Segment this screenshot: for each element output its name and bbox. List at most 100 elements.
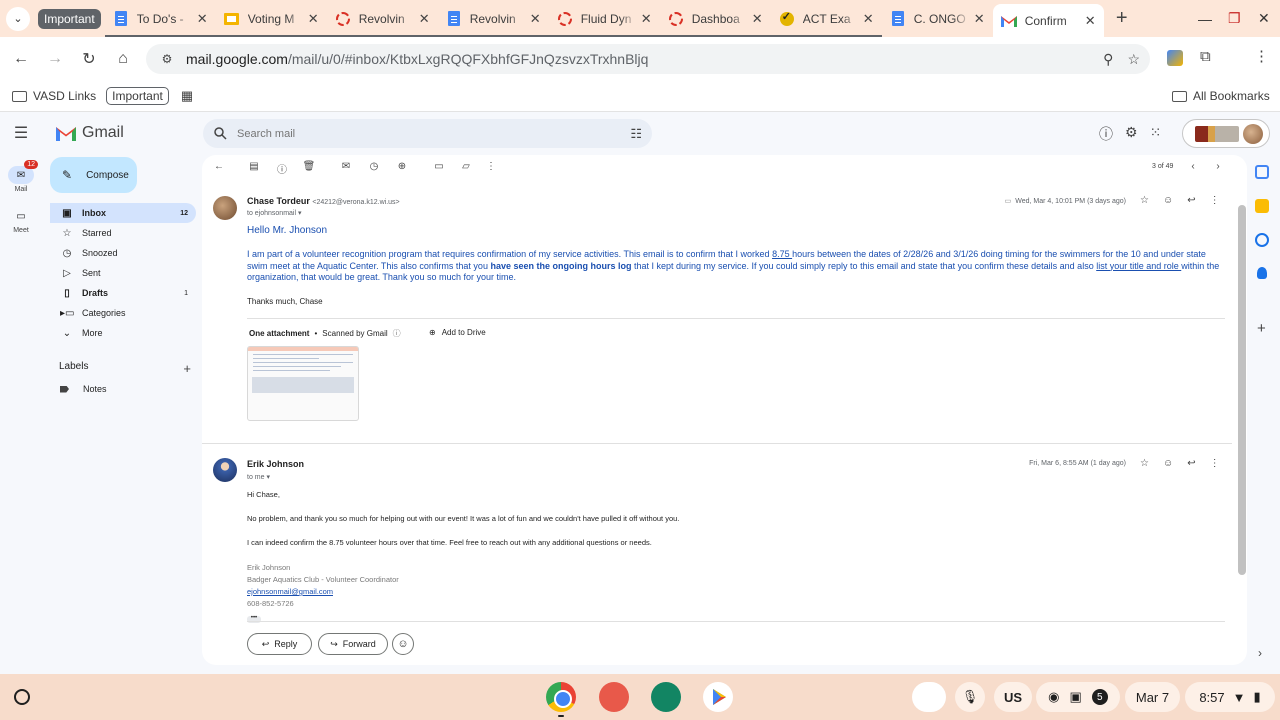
attachment-thumbnail[interactable] bbox=[247, 346, 359, 421]
delete-icon[interactable]: 🗑 bbox=[302, 161, 316, 172]
forward-button[interactable]: → bbox=[38, 42, 72, 76]
sender-avatar[interactable] bbox=[213, 196, 237, 220]
tab-fluid-dynamics[interactable]: Fluid Dyn ✕ bbox=[548, 0, 660, 37]
tasks-icon[interactable] bbox=[1255, 233, 1269, 247]
star-icon[interactable]: ☆ bbox=[1140, 458, 1149, 469]
reply-button[interactable]: ↩ Reply bbox=[247, 633, 312, 655]
label-item-notes[interactable]: Notes bbox=[60, 384, 107, 394]
expand-panel-icon[interactable]: › bbox=[1258, 646, 1262, 660]
info-icon[interactable]: ⓘ bbox=[393, 328, 401, 339]
apps-grid-icon[interactable]: ⁙ bbox=[1150, 124, 1162, 144]
signature-email-link[interactable]: ejohnsonmail@gmail.com bbox=[247, 587, 333, 596]
tab-confirm-active[interactable]: Confirm ✕ bbox=[992, 4, 1104, 37]
hours-link[interactable]: 8.75 bbox=[772, 249, 792, 259]
main-menu-icon[interactable]: ☰ bbox=[10, 122, 32, 144]
nav-item-more[interactable]: ⌄ More bbox=[50, 323, 196, 343]
tab-revolving-1[interactable]: Revolvin ✕ bbox=[326, 0, 438, 37]
launcher-button[interactable] bbox=[9, 684, 35, 710]
calendar-icon[interactable] bbox=[1255, 165, 1269, 179]
tab-groups-icon[interactable]: ▦ bbox=[181, 88, 193, 104]
new-tab-button[interactable]: + bbox=[1108, 7, 1136, 30]
star-icon[interactable]: ☆ bbox=[1140, 195, 1149, 206]
snooze-icon[interactable]: ◷ bbox=[367, 161, 381, 172]
tab-act-exam[interactable]: ACT Exa✕ bbox=[770, 0, 882, 37]
input-method-indicator[interactable]: US bbox=[994, 682, 1032, 712]
restore-button[interactable]: ❐ bbox=[1228, 0, 1241, 37]
compose-button[interactable]: ✎ Compose bbox=[50, 157, 137, 193]
archive-icon[interactable]: ▤ bbox=[247, 161, 261, 172]
rail-meet[interactable]: ▭ Meet bbox=[0, 207, 42, 235]
chrome-menu-icon[interactable]: ⋮ bbox=[1254, 47, 1269, 65]
close-window-button[interactable]: ✕ bbox=[1258, 0, 1270, 37]
play-store-icon[interactable] bbox=[703, 682, 733, 712]
address-bar[interactable]: ⚙ mail.google.com/mail/u/0/#inbox/KtbxLx… bbox=[146, 44, 1150, 74]
gmail-logo[interactable]: Gmail bbox=[56, 124, 124, 142]
close-icon[interactable]: ✕ bbox=[419, 11, 430, 27]
tab-search-button[interactable]: ⌄ bbox=[6, 6, 30, 31]
tab-revolving-2[interactable]: Revolvin ✕ bbox=[437, 0, 549, 37]
close-icon[interactable]: ✕ bbox=[530, 11, 541, 27]
bookmark-group-important[interactable]: Important bbox=[106, 87, 169, 105]
status-area[interactable]: 8:57 ▼ ▮ bbox=[1185, 682, 1275, 712]
mark-unread-icon[interactable]: ✉ bbox=[339, 161, 353, 172]
older-chevron-icon[interactable]: › bbox=[1211, 161, 1225, 172]
tab-todos[interactable]: To Do's - ✕ bbox=[104, 0, 216, 37]
close-icon[interactable]: ✕ bbox=[974, 11, 985, 27]
back-arrow-icon[interactable]: ← bbox=[212, 161, 226, 172]
calendar-date[interactable]: Mar 7 bbox=[1125, 682, 1180, 712]
recipient-line[interactable]: to me ▾ bbox=[247, 473, 270, 481]
account-switcher[interactable] bbox=[1182, 119, 1270, 148]
report-spam-icon[interactable]: ⓘ bbox=[275, 161, 289, 176]
reply-icon[interactable]: ↩ bbox=[1187, 458, 1195, 469]
extension-icon[interactable] bbox=[1167, 50, 1183, 66]
search-bar[interactable]: ☷ bbox=[203, 119, 652, 148]
help-icon[interactable]: ⓘ bbox=[1099, 124, 1113, 144]
rail-mail[interactable]: ✉ 12 Mail bbox=[0, 160, 42, 193]
minimize-button[interactable]: — bbox=[1198, 0, 1212, 37]
add-addon-icon[interactable]: + bbox=[1257, 320, 1266, 337]
close-icon[interactable]: ✕ bbox=[752, 11, 763, 27]
home-button[interactable]: ⌂ bbox=[106, 42, 140, 76]
emoji-react-icon[interactable]: ☺ bbox=[1163, 458, 1173, 469]
nav-item-snoozed[interactable]: ◷ Snoozed bbox=[50, 243, 196, 263]
chrome-app-icon[interactable] bbox=[546, 682, 576, 712]
all-bookmarks[interactable]: All Bookmarks bbox=[1172, 89, 1270, 103]
nav-item-starred[interactable]: ☆ Starred bbox=[50, 223, 196, 243]
tab-group-chip[interactable]: Important bbox=[38, 8, 101, 29]
more-vert-icon[interactable]: ⋮ bbox=[484, 161, 498, 172]
nav-item-categories[interactable]: ▸▭ Categories bbox=[50, 303, 196, 323]
sender-avatar[interactable] bbox=[213, 458, 237, 482]
label-icon[interactable]: ▱ bbox=[459, 161, 473, 172]
more-vert-icon[interactable]: ⋮ bbox=[1210, 458, 1220, 469]
back-button[interactable]: ← bbox=[4, 42, 38, 76]
reload-button[interactable]: ↻ bbox=[72, 42, 106, 76]
nav-item-inbox[interactable]: ▣ Inbox 12 bbox=[50, 203, 196, 223]
contacts-icon[interactable] bbox=[1257, 267, 1267, 279]
search-input[interactable] bbox=[237, 127, 607, 140]
classroom-app-icon[interactable] bbox=[651, 682, 681, 712]
scrollbar-thumb[interactable] bbox=[1238, 205, 1246, 575]
tab-voting[interactable]: Voting M ✕ bbox=[215, 0, 327, 37]
tab-dashboard[interactable]: Dashboa ✕ bbox=[659, 0, 771, 37]
close-icon[interactable]: ✕ bbox=[1085, 13, 1096, 29]
close-icon[interactable]: ✕ bbox=[641, 11, 652, 27]
reply-icon[interactable]: ↩ bbox=[1187, 195, 1195, 206]
emoji-react-icon[interactable]: ☺ bbox=[1163, 195, 1173, 206]
add-task-icon[interactable]: ⊕ bbox=[395, 161, 409, 172]
settings-gear-icon[interactable]: ⚙ bbox=[1125, 124, 1138, 144]
close-icon[interactable]: ✕ bbox=[863, 11, 874, 27]
bookmark-vasd-links[interactable]: VASD Links bbox=[12, 89, 96, 103]
recipient-line[interactable]: to ejohnsonmail ▾ bbox=[247, 209, 302, 217]
add-to-drive-button[interactable]: ⊕ Add to Drive bbox=[429, 328, 486, 337]
bookmark-star-icon[interactable]: ☆ bbox=[1127, 51, 1140, 68]
holding-space-thumbnail[interactable] bbox=[912, 682, 946, 712]
emoji-react-button[interactable]: ☺ bbox=[392, 633, 414, 655]
move-to-icon[interactable]: ▭ bbox=[432, 161, 446, 172]
search-icon[interactable] bbox=[213, 127, 227, 141]
zoom-icon[interactable]: ⚲ bbox=[1103, 51, 1113, 68]
keep-icon[interactable] bbox=[1255, 199, 1269, 213]
title-role-link[interactable]: list your title and role bbox=[1096, 261, 1181, 271]
extensions-puzzle-icon[interactable]: ⧉ bbox=[1200, 48, 1211, 65]
avatar[interactable] bbox=[1243, 124, 1263, 144]
add-label-icon[interactable]: + bbox=[183, 361, 191, 376]
